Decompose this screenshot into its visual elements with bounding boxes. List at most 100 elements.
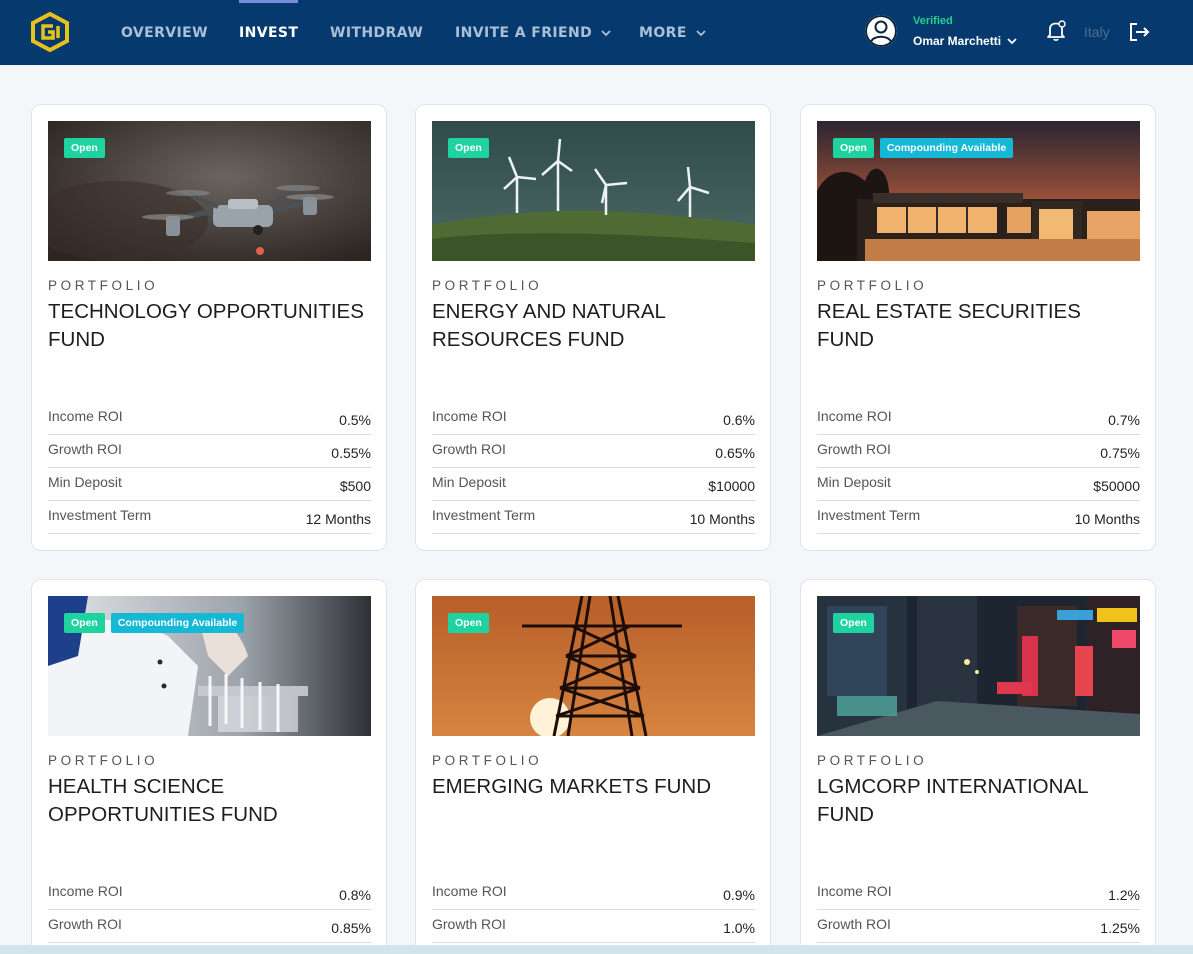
detail-row: Growth ROI 0.75%: [817, 435, 1140, 468]
detail-label: Min Deposit: [432, 474, 506, 490]
detail-row: Min Deposit $10000: [432, 468, 755, 501]
nav-overview[interactable]: OVERVIEW: [121, 0, 208, 65]
card-category: PORTFOLIO: [432, 278, 543, 293]
detail-value: $50000: [1093, 478, 1140, 494]
detail-value: 1.2%: [1108, 887, 1140, 903]
fund-card[interactable]: Open PORTFOLIO TECHNOLOGY OPPORTUNITIES …: [31, 104, 387, 551]
detail-label: Growth ROI: [817, 441, 891, 457]
fund-details: Income ROI 0.7% Growth ROI 0.75% Min Depos…: [817, 402, 1140, 534]
detail-row: Growth ROI 0.85%: [48, 910, 371, 943]
user-avatar-icon[interactable]: [865, 15, 897, 47]
detail-label: Income ROI: [817, 408, 892, 424]
card-category: PORTFOLIO: [48, 278, 159, 293]
country-label: Italy: [1084, 24, 1110, 40]
detail-value: 0.7%: [1108, 412, 1140, 428]
fund-details: Income ROI 1.2% Growth ROI 1.25%: [817, 877, 1140, 943]
nav-withdraw[interactable]: WITHDRAW: [330, 0, 423, 65]
fund-details: Income ROI 0.6% Growth ROI 0.65% Min Depos…: [432, 402, 755, 534]
card-category: PORTFOLIO: [817, 278, 928, 293]
detail-value: 10 Months: [1074, 511, 1140, 527]
detail-label: Growth ROI: [817, 916, 891, 932]
detail-value: 12 Months: [305, 511, 371, 527]
detail-value: 0.6%: [723, 412, 755, 428]
detail-label: Growth ROI: [48, 441, 122, 457]
top-navbar: OVERVIEW INVEST WITHDRAW INVITE A FRIEND…: [0, 0, 1193, 65]
fund-details: Income ROI 0.8% Growth ROI 0.85%: [48, 877, 371, 943]
chevron-down-icon: [696, 29, 706, 36]
detail-row: Income ROI 0.6%: [432, 402, 755, 435]
status-badge: Open: [833, 138, 874, 158]
detail-label: Income ROI: [432, 883, 507, 899]
card-title: EMERGING MARKETS FUND: [432, 775, 712, 798]
detail-label: Investment Term: [817, 507, 921, 523]
badge-group: Open: [833, 613, 874, 633]
badge-group: Open: [448, 613, 489, 633]
detail-value: 0.55%: [331, 445, 371, 461]
detail-row: Growth ROI 0.65%: [432, 435, 755, 468]
detail-value: 1.0%: [723, 920, 755, 936]
detail-label: Growth ROI: [432, 916, 506, 932]
chevron-down-icon: [1007, 38, 1017, 45]
compounding-badge: Compounding Available: [879, 138, 1014, 158]
nav-invite-a-friend[interactable]: INVITE A FRIEND: [455, 0, 611, 65]
fund-card[interactable]: Open Compounding Available PORTFOLIO REA…: [800, 104, 1156, 551]
verified-status: Verified: [913, 15, 953, 27]
detail-row: Growth ROI 0.55%: [48, 435, 371, 468]
detail-value: $500: [339, 478, 371, 494]
detail-row: Income ROI 0.9%: [432, 877, 755, 910]
detail-label: Min Deposit: [817, 474, 891, 490]
detail-label: Growth ROI: [432, 441, 506, 457]
card-title: TECHNOLOGY OPPORTUNITIES FUND: [48, 300, 364, 351]
detail-value: $10000: [708, 478, 755, 494]
detail-label: Growth ROI: [48, 916, 122, 932]
fund-card[interactable]: Open Compounding Available PORTFOLIO HEA…: [31, 579, 387, 954]
detail-label: Investment Term: [432, 507, 536, 523]
logout-icon[interactable]: [1127, 20, 1151, 44]
chevron-down-icon: [601, 29, 611, 36]
card-title: ENERGY AND NATURAL RESOURCES FUND: [432, 300, 666, 351]
detail-row: Min Deposit $50000: [817, 468, 1140, 501]
detail-label: Income ROI: [432, 408, 507, 424]
status-badge: Open: [448, 138, 489, 158]
status-badge: Open: [64, 138, 105, 158]
detail-row: Income ROI 0.8%: [48, 877, 371, 910]
card-title: LGMCORP INTERNATIONAL FUND: [817, 775, 1088, 826]
bell-icon[interactable]: [1045, 20, 1067, 42]
detail-value: 0.8%: [339, 887, 371, 903]
card-category: PORTFOLIO: [817, 753, 928, 768]
nav-more[interactable]: MORE: [639, 0, 706, 65]
fund-card[interactable]: Open PORTFOLIO ENERGY AND NATURAL RESOUR…: [415, 104, 771, 551]
fund-card[interactable]: Open PORTFOLIO LGMCORP INTERNATIONAL FUN…: [800, 579, 1156, 954]
badge-group: Open Compounding Available: [64, 613, 245, 633]
detail-row: Min Deposit $500: [48, 468, 371, 501]
card-category: PORTFOLIO: [48, 753, 159, 768]
detail-row: Growth ROI 1.0%: [432, 910, 755, 943]
detail-row: Growth ROI 1.25%: [817, 910, 1140, 943]
nav-invest[interactable]: INVEST: [239, 0, 299, 65]
detail-row: Investment Term 10 Months: [432, 501, 755, 534]
detail-row: Investment Term 10 Months: [817, 501, 1140, 534]
fund-details: Income ROI 0.5% Growth ROI 0.55% Min Depos…: [48, 402, 371, 534]
detail-value: 0.5%: [339, 412, 371, 428]
card-title: REAL ESTATE SECURITIES FUND: [817, 300, 1081, 351]
detail-label: Min Deposit: [48, 474, 122, 490]
compounding-badge: Compounding Available: [110, 613, 245, 633]
card-category: PORTFOLIO: [432, 753, 543, 768]
detail-row: Income ROI 0.7%: [817, 402, 1140, 435]
detail-label: Income ROI: [817, 883, 892, 899]
status-badge: Open: [64, 613, 105, 633]
user-menu[interactable]: Omar Marchetti: [913, 34, 1017, 48]
status-badge: Open: [833, 613, 874, 633]
detail-label: Income ROI: [48, 408, 123, 424]
detail-row: Income ROI 1.2%: [817, 877, 1140, 910]
detail-value: 0.9%: [723, 887, 755, 903]
detail-row: Income ROI 0.5%: [48, 402, 371, 435]
brand-logo-icon[interactable]: [29, 11, 71, 53]
detail-value: 10 Months: [689, 511, 755, 527]
fund-card[interactable]: Open PORTFOLIO EMERGING MARKETS FUND Inc…: [415, 579, 771, 954]
detail-value: 0.75%: [1100, 445, 1140, 461]
detail-row: Investment Term 12 Months: [48, 501, 371, 534]
detail-value: 0.85%: [331, 920, 371, 936]
badge-group: Open: [448, 138, 489, 158]
badge-group: Open: [64, 138, 105, 158]
